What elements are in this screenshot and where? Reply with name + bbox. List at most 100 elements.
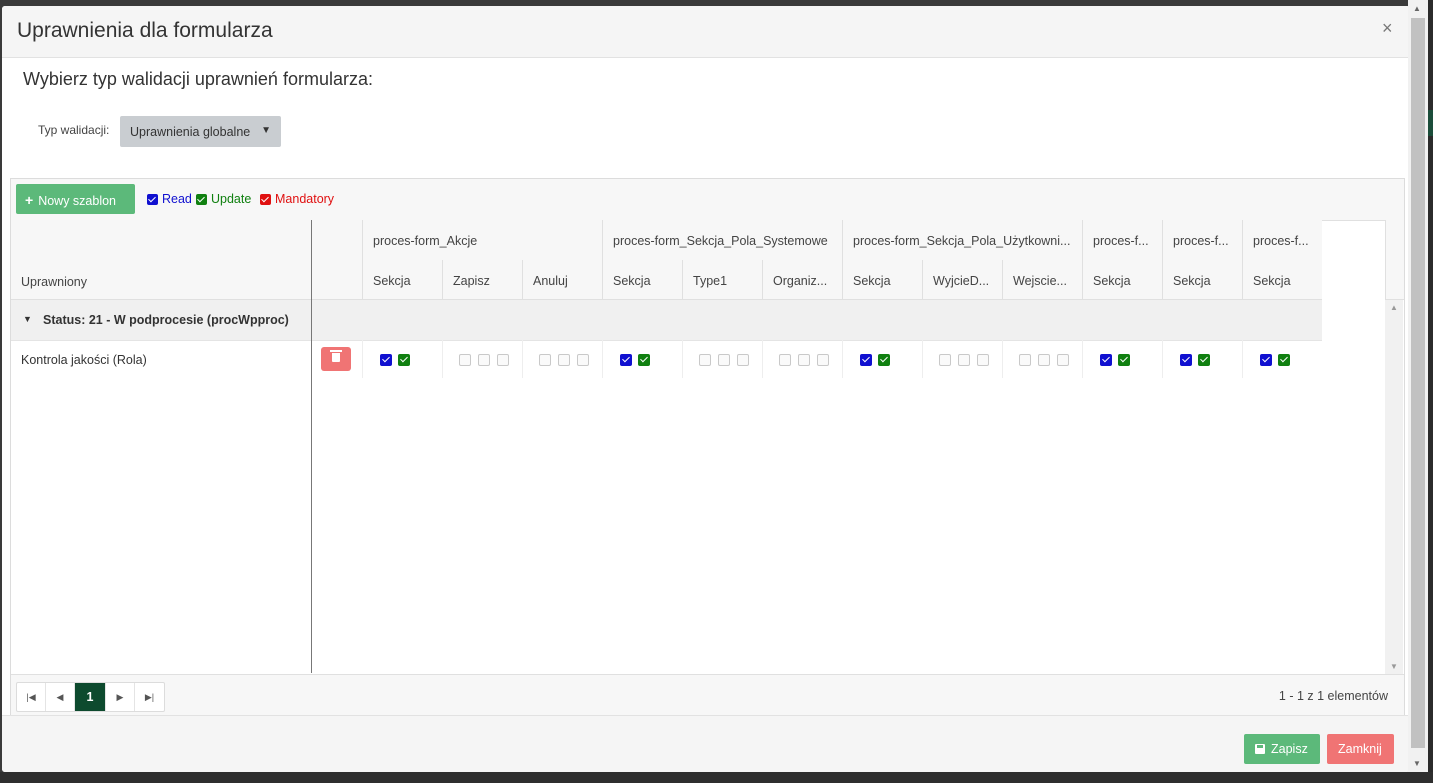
permission-cell xyxy=(1082,340,1162,378)
page-info: 1 - 1 z 1 elementów xyxy=(1278,689,1388,703)
pager: |◀ ◀ 1 ▶ ▶| xyxy=(16,682,165,712)
group-row[interactable]: ▼ Status: 21 - W podprocesie (procWpproc… xyxy=(11,300,311,341)
page-button-current[interactable]: 1 xyxy=(75,683,106,711)
prev-page-icon[interactable]: ◀ xyxy=(46,683,75,711)
permissions-modal: Uprawnienia dla formularza × Wybierz typ… xyxy=(2,6,1410,772)
column-header[interactable]: WyjcieD... xyxy=(922,260,1002,299)
read-checkbox[interactable] xyxy=(1180,354,1192,366)
mandatory-checkbox[interactable] xyxy=(1057,354,1069,366)
update-checkbox[interactable] xyxy=(398,354,410,366)
close-icon[interactable]: × xyxy=(1382,18,1393,39)
delete-button[interactable] xyxy=(321,347,351,371)
column-group-header[interactable]: proces-f... xyxy=(1082,220,1162,260)
permission-cell xyxy=(1162,340,1242,378)
read-check-icon xyxy=(147,193,158,205)
permission-cell xyxy=(442,340,522,378)
scroll-down-icon[interactable]: ▼ xyxy=(1413,759,1421,768)
grid-content: proces-form_Akcje proces-form_Sekcja_Pol… xyxy=(312,220,1385,673)
column-header[interactable]: Sekcja xyxy=(1162,260,1242,299)
next-page-icon[interactable]: ▶ xyxy=(106,683,135,711)
scroll-down-icon[interactable]: ▼ xyxy=(1390,662,1398,671)
read-checkbox[interactable] xyxy=(1260,354,1272,366)
column-header[interactable]: Sekcja xyxy=(602,260,682,299)
last-page-icon[interactable]: ▶| xyxy=(135,683,164,711)
permission-cell xyxy=(522,340,602,378)
modal-header: Uprawnienia dla formularza × xyxy=(2,6,1410,58)
locked-columns: Uprawniony ▼ Status: 21 - W podprocesie … xyxy=(11,220,312,673)
column-header[interactable]: Anuluj xyxy=(522,260,602,299)
read-checkbox[interactable] xyxy=(699,354,711,366)
header-group-row: proces-form_Akcje proces-form_Sekcja_Pol… xyxy=(312,220,1322,261)
scroll-thumb[interactable] xyxy=(1411,18,1425,748)
close-button[interactable]: Zamknij xyxy=(1327,734,1394,764)
update-checkbox[interactable] xyxy=(798,354,810,366)
save-button[interactable]: Zapisz xyxy=(1244,734,1320,764)
legend-mandatory: Mandatory xyxy=(260,192,334,206)
update-checkbox[interactable] xyxy=(1118,354,1130,366)
column-header[interactable]: Organiz... xyxy=(762,260,842,299)
page-scrollbar[interactable]: ▲ ▼ xyxy=(1408,0,1428,772)
pager-bar: |◀ ◀ 1 ▶ ▶| 1 - 1 z 1 elementów xyxy=(11,674,1404,717)
column-header[interactable]: Sekcja xyxy=(842,260,922,299)
column-header[interactable]: Sekcja xyxy=(1082,260,1162,299)
legend-update-label: Update xyxy=(211,192,252,206)
update-checkbox[interactable] xyxy=(878,354,890,366)
read-checkbox[interactable] xyxy=(539,354,551,366)
update-checkbox[interactable] xyxy=(558,354,570,366)
close-label: Zamknij xyxy=(1338,742,1382,756)
mandatory-checkbox[interactable] xyxy=(577,354,589,366)
legend-update: Update xyxy=(196,192,251,206)
new-template-label: Nowy szablon xyxy=(38,194,117,208)
read-checkbox[interactable] xyxy=(939,354,951,366)
update-checkbox[interactable] xyxy=(1198,354,1210,366)
table-row xyxy=(312,340,1322,378)
mandatory-checkbox[interactable] xyxy=(737,354,749,366)
column-group-header[interactable]: proces-f... xyxy=(1162,220,1242,260)
read-checkbox[interactable] xyxy=(779,354,791,366)
column-header[interactable]: Zapisz xyxy=(442,260,522,299)
mandatory-check-icon xyxy=(260,193,271,205)
legend-read-label: Read xyxy=(162,192,192,206)
column-group-header[interactable]: proces-f... xyxy=(1242,220,1322,260)
column-header[interactable]: Sekcja xyxy=(362,260,442,299)
grid-scrollbar[interactable]: ▲ ▼ xyxy=(1385,300,1403,674)
read-checkbox[interactable] xyxy=(380,354,392,366)
mandatory-checkbox[interactable] xyxy=(497,354,509,366)
column-header-uprawniony[interactable]: Uprawniony xyxy=(21,275,87,289)
validation-type-select[interactable]: Uprawnienia globalne ▼ xyxy=(120,116,281,147)
update-checkbox[interactable] xyxy=(478,354,490,366)
new-template-button[interactable]: + Nowy szablon xyxy=(16,184,135,214)
read-checkbox[interactable] xyxy=(860,354,872,366)
column-header[interactable]: Sekcja xyxy=(1242,260,1322,299)
trash-icon xyxy=(330,350,342,362)
column-group-header[interactable]: proces-form_Sekcja_Pola_Systemowe xyxy=(602,220,842,260)
expand-triangle-icon[interactable]: ▼ xyxy=(23,314,32,324)
permission-cell xyxy=(762,340,842,378)
update-checkbox[interactable] xyxy=(1278,354,1290,366)
scroll-up-icon[interactable]: ▲ xyxy=(1413,4,1421,13)
update-checkbox[interactable] xyxy=(718,354,730,366)
update-checkbox[interactable] xyxy=(1038,354,1050,366)
column-header[interactable]: Wejscie... xyxy=(1002,260,1082,299)
column-header[interactable]: Type1 xyxy=(682,260,762,299)
permission-cell xyxy=(682,340,762,378)
delete-cell xyxy=(312,340,362,378)
header-spacer xyxy=(312,220,362,260)
update-checkbox[interactable] xyxy=(638,354,650,366)
update-checkbox[interactable] xyxy=(958,354,970,366)
column-group-header[interactable]: proces-form_Akcje xyxy=(362,220,602,260)
read-checkbox[interactable] xyxy=(459,354,471,366)
group-label: Status: 21 - W podprocesie (procWpproc) xyxy=(43,313,289,327)
column-group-header[interactable]: proces-form_Sekcja_Pola_Użytkowni... xyxy=(842,220,1082,260)
locked-header: Uprawniony xyxy=(11,220,311,300)
read-checkbox[interactable] xyxy=(1019,354,1031,366)
permission-cell xyxy=(1242,340,1322,378)
read-checkbox[interactable] xyxy=(620,354,632,366)
mandatory-checkbox[interactable] xyxy=(977,354,989,366)
mandatory-checkbox[interactable] xyxy=(817,354,829,366)
update-check-icon xyxy=(196,193,207,205)
scroll-up-icon[interactable]: ▲ xyxy=(1390,303,1398,312)
read-checkbox[interactable] xyxy=(1100,354,1112,366)
plus-icon: + xyxy=(25,192,34,208)
first-page-icon[interactable]: |◀ xyxy=(17,683,46,711)
